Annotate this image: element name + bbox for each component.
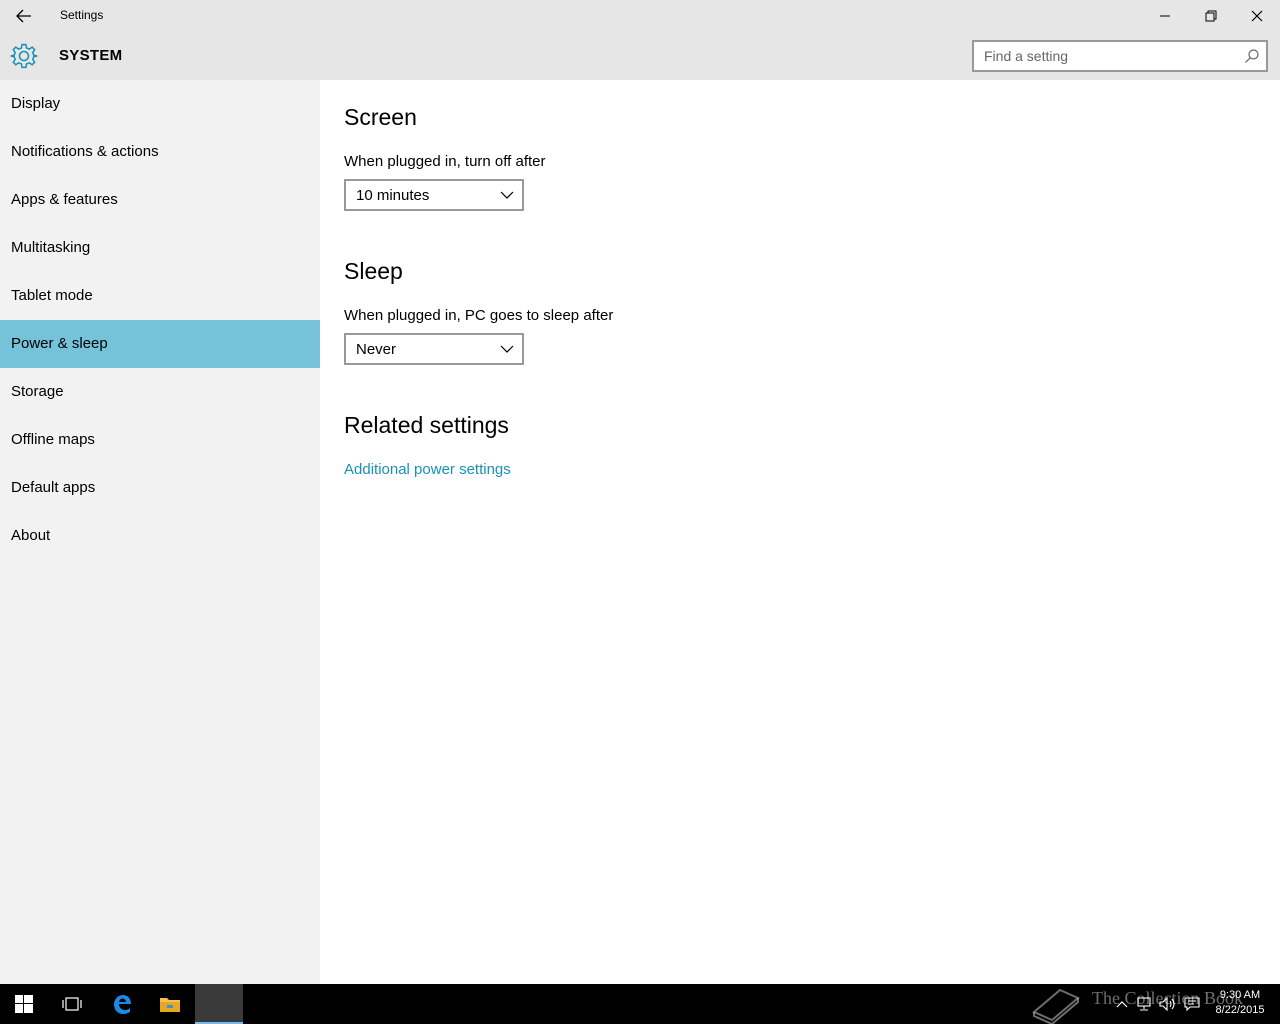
sleep-timeout-label: When plugged in, PC goes to sleep after [344,307,614,324]
related-settings-heading: Related settings [344,412,509,438]
sidebar-item-notifications[interactable]: Notifications & actions [0,128,320,176]
chevron-down-icon [500,191,514,199]
sidebar-item-default-apps[interactable]: Default apps [0,464,320,512]
sidebar-item-storage[interactable]: Storage [0,368,320,416]
message-icon [1184,997,1200,1011]
sidebar-item-multitasking[interactable]: Multitasking [0,224,320,272]
section-title: SYSTEM [59,47,123,64]
edge-browser-icon [114,995,131,1014]
restore-icon [1205,10,1217,22]
action-center-button[interactable] [1182,994,1202,1014]
sidebar-item-tablet-mode[interactable]: Tablet mode [0,272,320,320]
search-input[interactable] [974,42,1224,70]
chevron-up-icon [1116,1001,1128,1008]
chevron-down-icon [500,345,514,353]
additional-power-settings-link[interactable]: Additional power settings [344,461,511,478]
restore-button[interactable] [1188,0,1234,32]
search-box[interactable] [972,40,1268,72]
task-view-button[interactable] [48,984,96,1024]
volume-tray-button[interactable] [1158,994,1178,1014]
network-icon [1137,997,1151,1011]
screen-timeout-value: 10 minutes [356,187,430,204]
watermark-book-logo [1032,988,1080,1024]
gear-icon [10,43,38,69]
settings-taskbar-button[interactable] [195,984,243,1024]
sleep-heading: Sleep [344,258,403,284]
screen-timeout-label: When plugged in, turn off after [344,153,546,170]
clock-time: 9:30 AM [1219,989,1261,1001]
screen-heading: Screen [344,104,417,130]
windows-logo-icon [15,995,33,1013]
back-arrow-icon [16,9,31,23]
show-hidden-icons-button[interactable] [1112,994,1132,1014]
sleep-timeout-value: Never [356,341,397,358]
screen-timeout-dropdown[interactable]: 10 minutes [344,179,524,211]
clock[interactable]: 9:30 AM 8/22/2015 [1210,988,1270,1018]
edge-button[interactable] [98,984,146,1024]
sidebar-item-power-sleep[interactable]: Power & sleep [0,320,320,368]
sleep-timeout-dropdown[interactable]: Never [344,333,524,365]
minimize-button[interactable] [1142,0,1188,32]
taskbar: The Collection Book 9:30 AM 8/22/2015 [0,984,1280,1024]
close-button[interactable] [1234,0,1280,32]
task-view-icon [62,997,82,1011]
file-explorer-button[interactable] [146,984,194,1024]
back-button[interactable] [0,0,48,32]
minimize-icon [1160,15,1170,17]
settings-header: SYSTEM [0,32,1280,80]
sidebar-item-offline-maps[interactable]: Offline maps [0,416,320,464]
close-icon [1251,10,1263,22]
title-bar: Settings [0,0,1280,32]
clock-date: 8/22/2015 [1215,1004,1265,1016]
search-icon[interactable] [1244,48,1260,64]
sidebar-item-display[interactable]: Display [0,80,320,128]
volume-icon [1159,997,1175,1011]
start-button[interactable] [0,984,48,1024]
network-tray-button[interactable] [1134,994,1154,1014]
window-title: Settings [60,8,104,22]
sidebar-item-about[interactable]: About [0,512,320,560]
sidebar-item-apps-features[interactable]: Apps & features [0,176,320,224]
sidebar: Display Notifications & actions Apps & f… [0,80,320,984]
main-content: Screen When plugged in, turn off after 1… [320,80,1280,984]
folder-icon [160,998,180,1012]
